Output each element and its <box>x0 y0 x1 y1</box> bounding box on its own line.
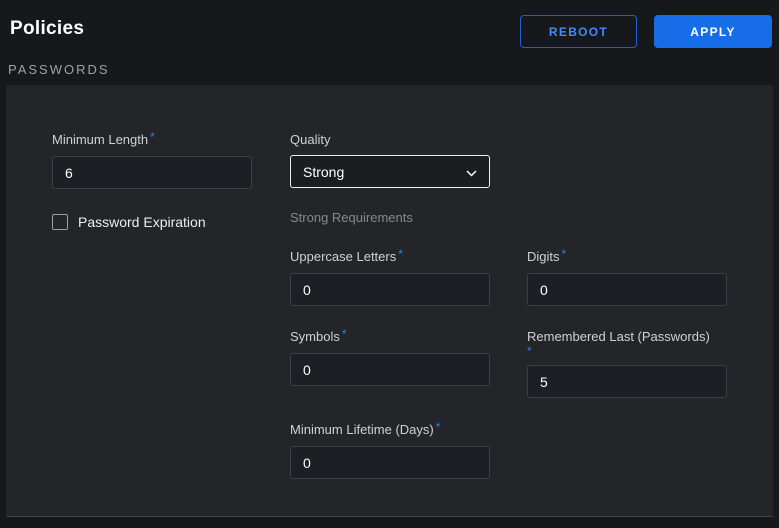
remembered-last-input[interactable] <box>527 365 727 398</box>
symbols-field: Symbols <box>290 329 490 386</box>
minimum-lifetime-field: Minimum Lifetime (Days) <box>290 422 490 479</box>
uppercase-letters-field: Uppercase Letters <box>290 249 490 306</box>
strong-requirements-heading: Strong Requirements <box>290 210 413 225</box>
digits-field: Digits <box>527 249 727 306</box>
quality-select-value: Strong <box>303 164 344 180</box>
quality-field: Quality Strong <box>290 132 490 188</box>
digits-input[interactable] <box>527 273 727 306</box>
apply-button[interactable]: APPLY <box>654 15 772 48</box>
minimum-length-label: Minimum Length <box>52 132 252 148</box>
symbols-input[interactable] <box>290 353 490 386</box>
quality-label: Quality <box>290 132 490 147</box>
minimum-length-input[interactable] <box>52 156 252 189</box>
digits-label: Digits <box>527 249 727 265</box>
page-title: Policies <box>10 18 84 40</box>
chevron-down-icon <box>466 164 477 180</box>
uppercase-letters-input[interactable] <box>290 273 490 306</box>
passwords-panel: Minimum Length Quality Strong Password E… <box>6 85 773 517</box>
remembered-last-field: Remembered Last (Passwords) <box>527 329 727 398</box>
password-expiration-checkbox[interactable] <box>52 214 68 230</box>
minimum-lifetime-input[interactable] <box>290 446 490 479</box>
uppercase-letters-label: Uppercase Letters <box>290 249 490 265</box>
quality-select[interactable]: Strong <box>290 155 490 188</box>
remembered-last-label: Remembered Last (Passwords) <box>527 329 727 357</box>
minimum-length-field: Minimum Length <box>52 132 252 189</box>
reboot-button[interactable]: REBOOT <box>520 15 637 48</box>
minimum-lifetime-label: Minimum Lifetime (Days) <box>290 422 490 438</box>
symbols-label: Symbols <box>290 329 490 345</box>
section-passwords-heading: PASSWORDS <box>8 62 110 77</box>
password-expiration-label: Password Expiration <box>78 214 206 230</box>
password-expiration-row: Password Expiration <box>52 214 206 230</box>
